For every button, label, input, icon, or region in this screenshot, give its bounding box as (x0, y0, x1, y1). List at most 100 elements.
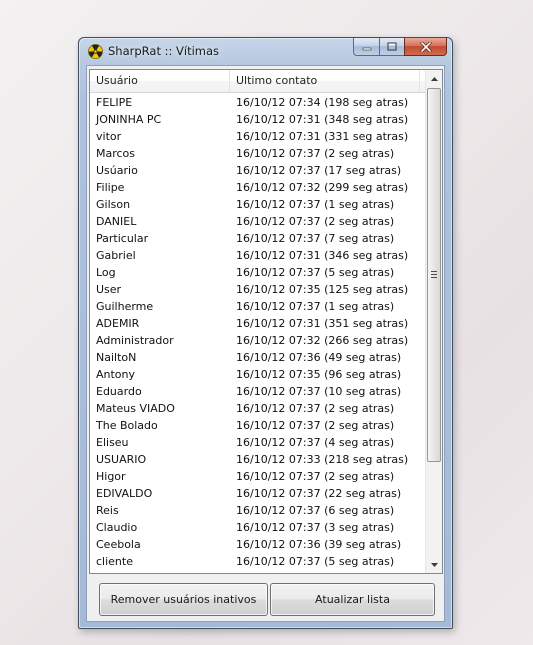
cell-last-contact: 16/10/12 07:32 (299 seg atras) (236, 181, 409, 194)
cell-user: Administrador (96, 334, 174, 347)
cell-last-contact: 16/10/12 07:31 (346 seg atras) (236, 249, 409, 262)
list-header: Usuário Ultimo contato (90, 70, 425, 93)
cell-user: vitor (96, 130, 122, 143)
list-item[interactable]: antonio16/10/12 07:36 (55 seg atras) (90, 570, 425, 573)
cell-user: Higor (96, 470, 126, 483)
list-item[interactable]: DANIEL 16/10/12 07:37 (2 seg atras) (90, 213, 425, 230)
cell-last-contact: 16/10/12 07:37 (1 seg atras) (236, 198, 395, 211)
victims-list[interactable]: Usuário Ultimo contato FELIPE 16/10/12 07… (89, 69, 443, 574)
list-item[interactable]: Log 16/10/12 07:37 (5 seg atras) (90, 264, 425, 281)
list-rows: FELIPE 16/10/12 07:34 (198 seg atras) JONI… (90, 94, 425, 573)
list-item[interactable]: FELIPE 16/10/12 07:34 (198 seg atras) (90, 94, 425, 111)
list-item[interactable]: Higor 16/10/12 07:37 (2 seg atras) (90, 468, 425, 485)
cell-last-contact: 16/10/12 07:35 (125 seg atras) (236, 283, 409, 296)
list-item[interactable]: Guilherme 16/10/12 07:37 (1 seg atras) (90, 298, 425, 315)
cell-user: Reis (96, 504, 119, 517)
cell-last-contact: 16/10/12 07:37 (2 seg atras) (236, 215, 395, 228)
list-item[interactable]: Antony 16/10/12 07:35 (96 seg atras) (90, 366, 425, 383)
cell-last-contact: 16/10/12 07:37 (2 seg atras) (236, 470, 395, 483)
cell-user: Log (96, 266, 116, 279)
cell-user: The Bolado (96, 419, 158, 432)
cell-last-contact: 16/10/12 07:37 (17 seg atras) (236, 164, 402, 177)
list-item[interactable]: Ceebola 16/10/12 07:36 (39 seg atras) (90, 536, 425, 553)
list-item[interactable]: USUARIO 16/10/12 07:33 (218 seg atras) (90, 451, 425, 468)
caption-buttons (353, 38, 447, 57)
list-item[interactable]: Gabriel 16/10/12 07:31 (346 seg atras) (90, 247, 425, 264)
cell-user: DANIEL (96, 215, 137, 228)
cell-user: JONINHA PC (96, 113, 162, 126)
maximize-icon (387, 42, 397, 51)
cell-last-contact: 16/10/12 07:31 (351 seg atras) (236, 317, 409, 330)
cell-last-contact: 16/10/12 07:36 (49 seg atras) (236, 351, 402, 364)
minimize-icon (362, 47, 371, 50)
arrow-up-icon (430, 76, 438, 81)
list-item[interactable]: User 16/10/12 07:35 (125 seg atras) (90, 281, 425, 298)
cell-last-contact: 16/10/12 07:31 (348 seg atras) (236, 113, 409, 126)
cell-last-contact: 16/10/12 07:37 (1 seg atras) (236, 300, 395, 313)
list-item[interactable]: Eliseu 16/10/12 07:37 (4 seg atras) (90, 434, 425, 451)
cell-last-contact: 16/10/12 07:31 (331 seg atras) (236, 130, 409, 143)
cell-last-contact: 16/10/12 07:37 (2 seg atras) (236, 419, 395, 432)
column-header-last-contact[interactable]: Ultimo contato (230, 70, 420, 92)
scroll-thumb[interactable] (427, 88, 441, 462)
cell-last-contact: 16/10/12 07:36 (39 seg atras) (236, 538, 402, 551)
list-item[interactable]: vitor 16/10/12 07:31 (331 seg atras) (90, 128, 425, 145)
cell-last-contact: 16/10/12 07:36 (55 seg atras) (230, 570, 425, 573)
maximize-button[interactable] (379, 38, 404, 56)
cell-last-contact: 16/10/12 07:37 (2 seg atras) (236, 402, 395, 415)
close-icon (420, 41, 431, 52)
vertical-scrollbar[interactable] (425, 70, 442, 573)
arrow-down-icon (430, 562, 438, 567)
cell-last-contact: 16/10/12 07:35 (96 seg atras) (236, 368, 402, 381)
cell-last-contact: 16/10/12 07:37 (4 seg atras) (236, 436, 395, 449)
cell-last-contact: 16/10/12 07:37 (22 seg atras) (236, 487, 402, 500)
cell-user: FELIPE (96, 96, 133, 109)
cell-user: ADEMIR (96, 317, 140, 330)
cell-user: User (96, 283, 122, 296)
remove-inactive-button[interactable]: Remover usuários inativos (99, 583, 268, 616)
list-item[interactable]: Usúario 16/10/12 07:37 (17 seg atras) (90, 162, 425, 179)
list-item[interactable]: Eduardo 16/10/12 07:37 (10 seg atras) (90, 383, 425, 400)
close-button[interactable] (404, 38, 447, 56)
cell-user: Antony (96, 368, 136, 381)
list-item[interactable]: ADEMIR 16/10/12 07:31 (351 seg atras) (90, 315, 425, 332)
list-item[interactable]: Mateus VIADO 16/10/12 07:37 (2 seg atras) (90, 400, 425, 417)
cell-user: NailtoN (96, 351, 137, 364)
list-item[interactable]: Gilson 16/10/12 07:37 (1 seg atras) (90, 196, 425, 213)
list-item[interactable]: EDIVALDO 16/10/12 07:37 (22 seg atras) (90, 485, 425, 502)
cell-user: cliente (96, 555, 133, 568)
cell-user: Ceebola (96, 538, 141, 551)
cell-user: Claudio (96, 521, 138, 534)
refresh-list-button[interactable]: Atualizar lista (270, 583, 435, 616)
cell-user: EDIVALDO (96, 487, 153, 500)
list-item[interactable]: Particular 16/10/12 07:37 (7 seg atras) (90, 230, 425, 247)
title-bar[interactable]: SharpRat :: Vítimas (79, 38, 452, 65)
scroll-down-button[interactable] (426, 556, 442, 573)
list-item[interactable]: The Bolado 16/10/12 07:37 (2 seg atras) (90, 417, 425, 434)
list-item[interactable]: Reis 16/10/12 07:37 (6 seg atras) (90, 502, 425, 519)
cell-last-contact: 16/10/12 07:34 (198 seg atras) (236, 96, 409, 109)
scroll-up-button[interactable] (426, 70, 442, 87)
cell-user: Guilherme (96, 300, 154, 313)
list-item[interactable]: Claudio 16/10/12 07:37 (3 seg atras) (90, 519, 425, 536)
cell-last-contact: 16/10/12 07:37 (10 seg atras) (236, 385, 402, 398)
cell-user: USUARIO (96, 453, 147, 466)
cell-user: Particular (96, 232, 149, 245)
column-header-user[interactable]: Usuário (90, 70, 230, 92)
cell-user: antonio (90, 570, 230, 573)
list-item[interactable]: Marcos 16/10/12 07:37 (2 seg atras) (90, 145, 425, 162)
list-item[interactable]: Administrador 16/10/12 07:32 (266 seg atr… (90, 332, 425, 349)
client-area: Usuário Ultimo contato FELIPE 16/10/12 07… (86, 65, 445, 622)
cell-last-contact: 16/10/12 07:37 (5 seg atras) (236, 266, 395, 279)
cell-last-contact: 16/10/12 07:33 (218 seg atras) (236, 453, 409, 466)
cell-last-contact: 16/10/12 07:37 (2 seg atras) (236, 147, 395, 160)
cell-last-contact: 16/10/12 07:32 (266 seg atras) (236, 334, 409, 347)
cell-user: Usúario (96, 164, 138, 177)
list-item[interactable]: NailtoN 16/10/12 07:36 (49 seg atras) (90, 349, 425, 366)
list-item[interactable]: Filipe 16/10/12 07:32 (299 seg atras) (90, 179, 425, 196)
list-item[interactable]: JONINHA PC 16/10/12 07:31 (348 seg atras) (90, 111, 425, 128)
grip-icon (431, 271, 437, 278)
list-item[interactable]: cliente 16/10/12 07:37 (5 seg atras) (90, 553, 425, 570)
minimize-button[interactable] (353, 38, 379, 56)
cell-last-contact: 16/10/12 07:37 (6 seg atras) (236, 504, 395, 517)
